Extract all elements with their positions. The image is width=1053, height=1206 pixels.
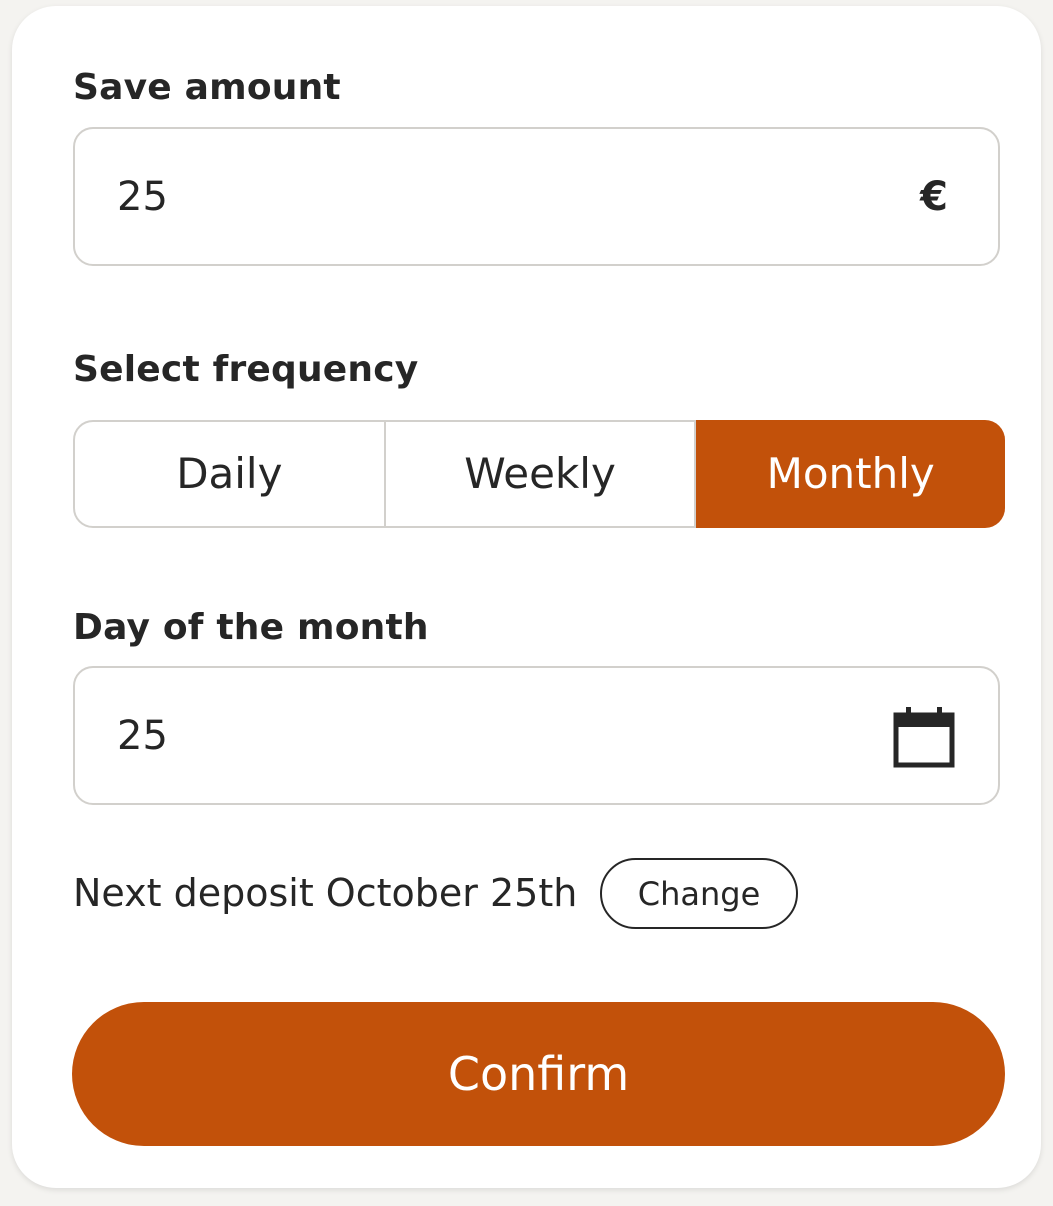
day-of-month-value: 25	[117, 712, 168, 759]
day-of-month-field[interactable]: 25	[73, 666, 1000, 805]
day-of-month-label: Day of the month	[73, 607, 429, 648]
frequency-option-weekly[interactable]: Weekly	[385, 420, 697, 528]
frequency-segmented-control: Daily Weekly Monthly	[73, 420, 1006, 528]
save-amount-value: 25	[117, 173, 168, 220]
select-frequency-label: Select frequency	[73, 349, 419, 390]
confirm-button[interactable]: Confirm	[72, 1002, 1005, 1146]
save-amount-field[interactable]: 25 €	[73, 127, 1000, 266]
next-deposit-text: Next deposit October 25th	[73, 871, 578, 915]
frequency-option-daily[interactable]: Daily	[73, 420, 386, 528]
change-button[interactable]: Change	[600, 858, 798, 929]
frequency-option-monthly[interactable]: Monthly	[696, 420, 1006, 528]
calendar-icon[interactable]	[893, 706, 955, 768]
savings-form-card: Save amount 25 € Select frequency Daily …	[12, 6, 1041, 1188]
save-amount-label: Save amount	[73, 67, 341, 108]
euro-icon: €	[920, 173, 948, 220]
